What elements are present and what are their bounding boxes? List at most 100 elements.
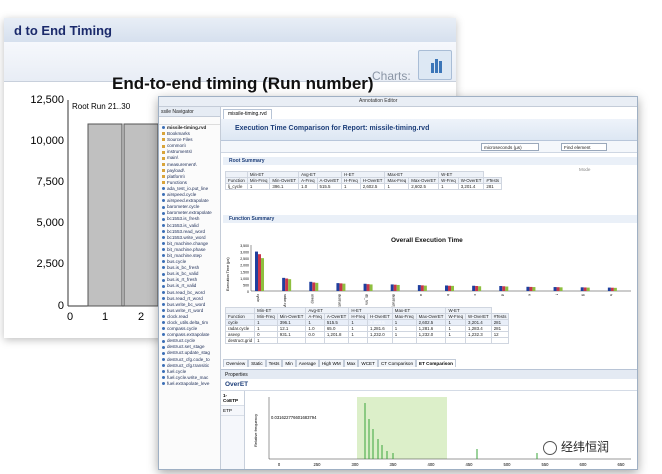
function-icon (162, 290, 165, 294)
column-header[interactable]: Min-OverET (269, 177, 300, 184)
function-icon (162, 303, 165, 306)
y-tick-label: 0 (247, 290, 249, 294)
root-summary-header[interactable]: Root Summary (223, 157, 637, 165)
function-icon (162, 315, 165, 319)
column-header[interactable]: A-OverET (323, 313, 350, 320)
report-tab[interactable]: High WM (318, 359, 344, 367)
freq-x-tick: 250 (314, 462, 322, 467)
column-header[interactable]: Max-Freq (391, 313, 417, 320)
function-icon (162, 272, 165, 276)
column-header[interactable]: A-Freq (298, 177, 318, 184)
freq-x-tick: 400 (428, 462, 436, 467)
category-label: cycle (256, 294, 260, 302)
freq-x-tick: 650 (618, 462, 626, 467)
back-bar-label: Root (72, 102, 90, 111)
table-cell: 1 (246, 183, 271, 190)
table-cell: 1.0 (298, 183, 318, 190)
column-header[interactable]: #Tests (490, 313, 510, 320)
table-row[interactable]: destruct.grid 1 (224, 337, 510, 344)
column-header[interactable]: H-Freq (348, 313, 369, 320)
properties-bar: Properties (221, 369, 637, 379)
column-header[interactable]: A-OverET (316, 177, 343, 184)
table-cell (415, 337, 447, 344)
back-bar-label: Run 21..30 (91, 102, 131, 111)
column-header[interactable]: H-OverET (359, 177, 386, 184)
nav-item-label: bc1553.read_word (167, 228, 206, 234)
column-header[interactable]: A-Freq (305, 313, 325, 320)
nav-item-label: bus.is_bc_valid (167, 271, 199, 277)
side-tab-etp[interactable]: ETP (221, 406, 244, 416)
overet-title: OverET (221, 379, 637, 391)
table-cell: lj_cycle (225, 183, 248, 190)
column-header[interactable]: W-Freq (445, 313, 467, 320)
category-label: aseep (310, 294, 314, 304)
column-header[interactable]: #Tests (483, 177, 503, 184)
function-icon (162, 321, 165, 325)
properties-label[interactable]: Properties (225, 372, 248, 378)
nav-item-label: bc1553.is_valid (167, 222, 199, 228)
table-cell: 2,602.5 (408, 183, 440, 190)
report-tab[interactable]: Tests (265, 359, 283, 367)
table-cell (367, 337, 393, 344)
function-icon (162, 357, 165, 361)
column-header[interactable]: W-OverET (465, 313, 492, 320)
function-summary-header[interactable]: Function Summary (223, 215, 637, 223)
nav-item[interactable]: fuel.extrapolate_leve (159, 381, 220, 387)
nav-item-label: bus.write_bc_word (167, 301, 206, 307)
report-tab[interactable]: Overview (223, 359, 249, 367)
column-header[interactable]: Min-Freq (246, 177, 271, 184)
column-header[interactable]: Max-Freq (384, 177, 410, 184)
nav-item-label: bus.read_bc_word (167, 289, 205, 295)
exec-bar (553, 287, 557, 291)
column-header[interactable]: Min-OverET (276, 313, 307, 320)
report-header: Execution Time Comparison for Report: mi… (221, 119, 637, 141)
report-tab[interactable]: Max (343, 359, 359, 367)
nav-item-label: bus.cycle (167, 259, 187, 265)
find-element-input[interactable]: Find element (561, 143, 607, 151)
report-tab[interactable]: WCET (358, 359, 378, 367)
back-y-tick: 0 (58, 300, 64, 312)
exec-bar (390, 284, 394, 291)
exec-bar (255, 251, 258, 291)
table-cell: 1 (438, 183, 459, 190)
column-header[interactable]: Max-OverET (408, 177, 440, 184)
function-icon (162, 266, 165, 270)
side-tab-coetp[interactable]: 1-CoETP (221, 391, 244, 406)
report-tab[interactable]: Static (248, 359, 266, 367)
exec-bar (610, 287, 614, 291)
report-tab[interactable]: Average (295, 359, 319, 367)
nav-item-label: airspeed.extrapolate (167, 198, 209, 204)
exec-bar (445, 285, 448, 291)
column-header[interactable]: Max-OverET (415, 313, 447, 320)
column-header[interactable]: Function (225, 177, 248, 184)
units-select[interactable]: microseconds (µs) (481, 143, 539, 151)
exec-bar (393, 284, 397, 291)
folder-icon (162, 181, 165, 185)
nav-item-label: fuel.extrapolate_leve (167, 380, 210, 386)
exec-bar (363, 283, 367, 291)
table-row[interactable]: lj_cycle 1 396.1 1.0 515.5 1 2,602.5 1 2,602.5 1 3… (225, 183, 503, 190)
function-icon (162, 351, 165, 355)
column-header[interactable]: Min-Freq (254, 313, 278, 320)
function-icon (162, 199, 165, 203)
freq-x-tick: 450 (466, 462, 474, 467)
report-tab[interactable]: Min (282, 359, 296, 367)
nav-item-label: Functions (167, 179, 187, 185)
back-y-tick: 10,000 (30, 135, 64, 147)
annotation-editor-label[interactable]: Annotation Editor (359, 98, 397, 104)
back-x-tick: 2 (138, 311, 144, 323)
column-header[interactable]: W-Freq (438, 177, 459, 184)
column-header[interactable]: H-OverET (367, 313, 393, 320)
nav-item-label: barometer.cycle (167, 204, 200, 210)
column-header[interactable]: H-Freq (341, 177, 361, 184)
back-x-tick: 0 (67, 311, 73, 323)
exec-bar (315, 282, 319, 291)
report-tab[interactable]: ET Comparison (416, 359, 456, 367)
column-header[interactable]: W-OverET (457, 177, 485, 184)
tab-missile-timing[interactable]: missile-timing.rvd (223, 109, 272, 119)
nav-item-label: bus.is_rt_fresh (167, 277, 198, 283)
report-tab[interactable]: CT Comparison (377, 359, 417, 367)
folder-icon (162, 126, 165, 130)
folder-icon (162, 144, 165, 148)
back-y-tick: 7,500 (36, 176, 64, 188)
